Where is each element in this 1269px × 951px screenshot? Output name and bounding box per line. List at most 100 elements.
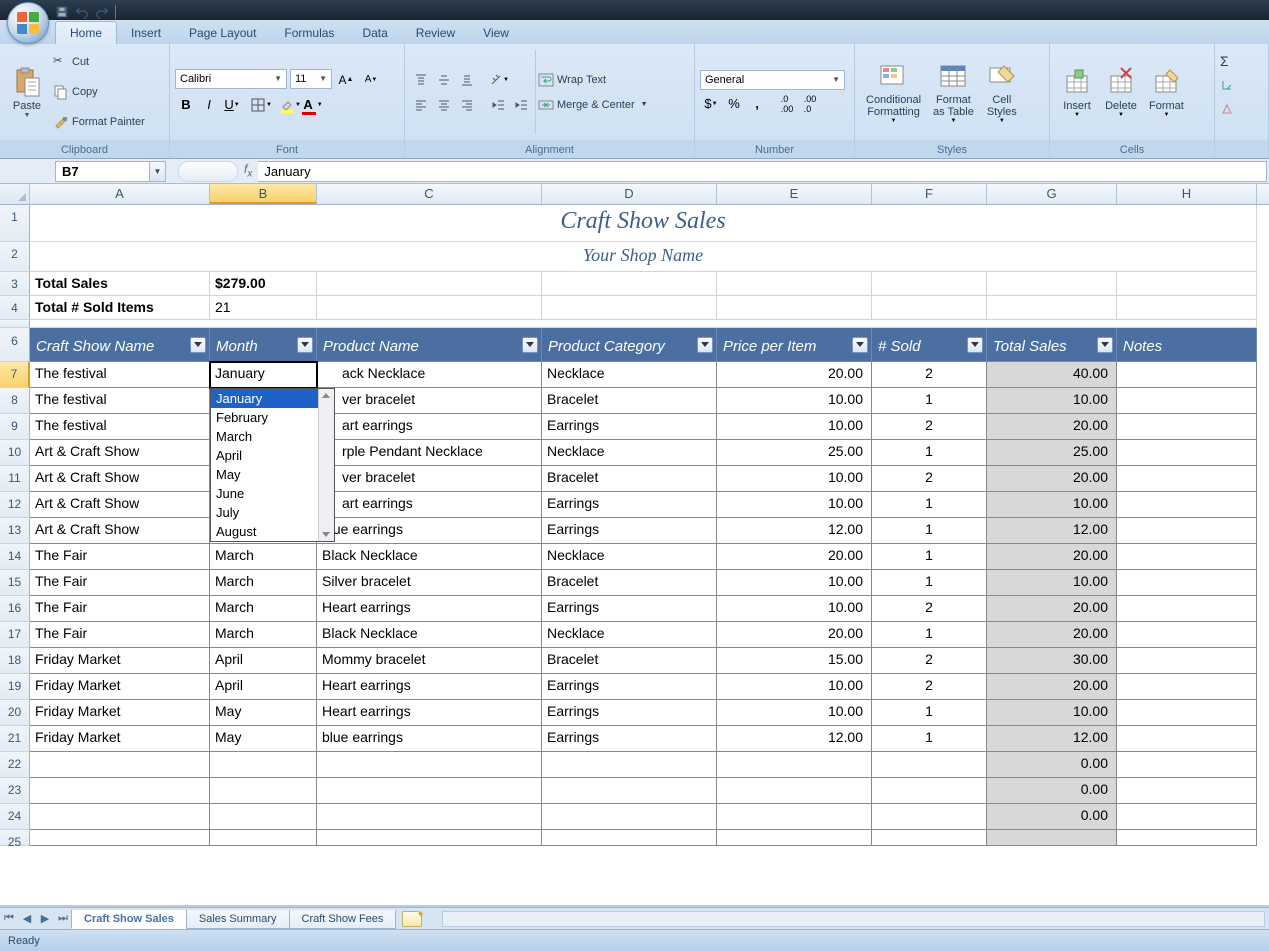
cell[interactable]	[1117, 752, 1257, 778]
cell[interactable]	[717, 778, 872, 804]
cell[interactable]: ack Necklace	[317, 362, 542, 388]
row-header[interactable]: 9	[0, 414, 30, 440]
cell[interactable]	[542, 778, 717, 804]
align-middle-button[interactable]	[433, 69, 455, 91]
cell[interactable]	[542, 272, 717, 296]
cell[interactable]: 20.00	[717, 362, 872, 388]
row-header[interactable]: 25	[0, 830, 30, 846]
cell[interactable]: ver bracelet	[317, 388, 542, 414]
conditional-formatting-button[interactable]: Conditional Formatting▼	[860, 47, 927, 137]
row-header[interactable]: 19	[0, 674, 30, 700]
cell[interactable]	[30, 320, 1257, 328]
tab-view[interactable]: View	[469, 22, 523, 44]
tab-page-layout[interactable]: Page Layout	[175, 22, 270, 44]
cell[interactable]	[717, 272, 872, 296]
cell[interactable]	[1117, 362, 1257, 388]
cell[interactable]: Earrings	[542, 674, 717, 700]
dropdown-option[interactable]: August	[211, 522, 334, 541]
cell[interactable]: 1	[872, 570, 987, 596]
cell[interactable]	[1117, 726, 1257, 752]
cell[interactable]: rple Pendant Necklace	[317, 440, 542, 466]
cell[interactable]: 1	[872, 492, 987, 518]
borders-button[interactable]: ▼	[250, 94, 272, 116]
tab-nav-next[interactable]: ▶	[36, 910, 54, 928]
row-header[interactable]: 8	[0, 388, 30, 414]
italic-button[interactable]: I	[198, 94, 220, 116]
cell[interactable]	[987, 272, 1117, 296]
dropdown-option[interactable]: March	[211, 427, 334, 446]
cell[interactable]	[872, 830, 987, 846]
col-E[interactable]: E	[717, 184, 872, 204]
cell[interactable]: The Fair	[30, 570, 210, 596]
underline-button[interactable]: U▼	[221, 94, 243, 116]
cell[interactable]: 1	[872, 622, 987, 648]
cell[interactable]	[872, 778, 987, 804]
cell[interactable]: 20.00	[987, 596, 1117, 622]
cell[interactable]: 1	[872, 440, 987, 466]
cell[interactable]: March	[210, 544, 317, 570]
row-header[interactable]: 1	[0, 205, 30, 242]
row-header[interactable]: 13	[0, 518, 30, 544]
increase-indent-button[interactable]	[511, 94, 533, 116]
cell[interactable]: Silver bracelet	[317, 570, 542, 596]
cell[interactable]: 20.00	[987, 414, 1117, 440]
cell[interactable]: 2	[872, 466, 987, 492]
filter-button[interactable]	[697, 337, 713, 353]
font-name-combo[interactable]: Calibri▼	[175, 69, 287, 89]
qat-undo-icon[interactable]	[75, 5, 89, 19]
wrap-text-button[interactable]: Wrap Text	[538, 69, 648, 91]
cell[interactable]: Mommy bracelet	[317, 648, 542, 674]
row-header[interactable]: 7	[0, 362, 30, 388]
cell[interactable]: 10.00	[987, 570, 1117, 596]
row-header[interactable]: 4	[0, 296, 30, 320]
font-color-button[interactable]: A▼	[302, 94, 324, 116]
row-header[interactable]: 20	[0, 700, 30, 726]
fill-button[interactable]	[1220, 74, 1263, 96]
row-header[interactable]: 14	[0, 544, 30, 570]
cell[interactable]	[717, 830, 872, 846]
cell[interactable]: 20.00	[987, 466, 1117, 492]
row-header[interactable]: 15	[0, 570, 30, 596]
cell[interactable]	[1117, 388, 1257, 414]
cell[interactable]: 20.00	[987, 674, 1117, 700]
cell[interactable]: 12.00	[717, 518, 872, 544]
number-format-combo[interactable]: General▼	[700, 70, 845, 90]
dropdown-option[interactable]: June	[211, 484, 334, 503]
clear-button[interactable]	[1220, 98, 1263, 120]
cell[interactable]	[1117, 778, 1257, 804]
cell[interactable]: 10.00	[717, 674, 872, 700]
tab-insert[interactable]: Insert	[117, 22, 175, 44]
cell[interactable]	[542, 752, 717, 778]
orientation-button[interactable]: ▼	[488, 69, 510, 91]
col-G[interactable]: G	[987, 184, 1117, 204]
filter-button[interactable]	[967, 337, 983, 353]
cell[interactable]: Necklace	[542, 544, 717, 570]
row-header[interactable]: 22	[0, 752, 30, 778]
cell[interactable]	[542, 830, 717, 846]
col-A[interactable]: A	[30, 184, 210, 204]
grid[interactable]: 1 Craft Show Sales 2 Your Shop Name 3 To…	[0, 205, 1269, 905]
cell[interactable]: 0.00	[987, 804, 1117, 830]
dropdown-option[interactable]: April	[211, 446, 334, 465]
cell[interactable]: Art & Craft Show	[30, 492, 210, 518]
col-B[interactable]: B	[210, 184, 317, 204]
cell[interactable]: 0.00	[987, 778, 1117, 804]
tab-nav-last[interactable]: ⏭	[54, 910, 72, 928]
decrease-decimal-button[interactable]: .00.0	[799, 93, 821, 115]
col-H[interactable]: H	[1117, 184, 1257, 204]
cell[interactable]: 2	[872, 648, 987, 674]
cell[interactable]	[317, 752, 542, 778]
filter-button[interactable]	[1097, 337, 1113, 353]
cell[interactable]: 2	[872, 596, 987, 622]
cell[interactable]: Art & Craft Show	[30, 518, 210, 544]
dropdown-scrollbar[interactable]	[318, 389, 334, 541]
cell[interactable]: 0.00	[987, 752, 1117, 778]
cell[interactable]	[210, 778, 317, 804]
grow-font-button[interactable]: A▲	[335, 69, 357, 91]
cell[interactable]: 10.00	[717, 570, 872, 596]
cell[interactable]	[1117, 544, 1257, 570]
cell[interactable]: The Fair	[30, 544, 210, 570]
cell[interactable]: 1	[872, 544, 987, 570]
cell[interactable]: 20.00	[717, 544, 872, 570]
tab-home[interactable]: Home	[55, 21, 117, 44]
